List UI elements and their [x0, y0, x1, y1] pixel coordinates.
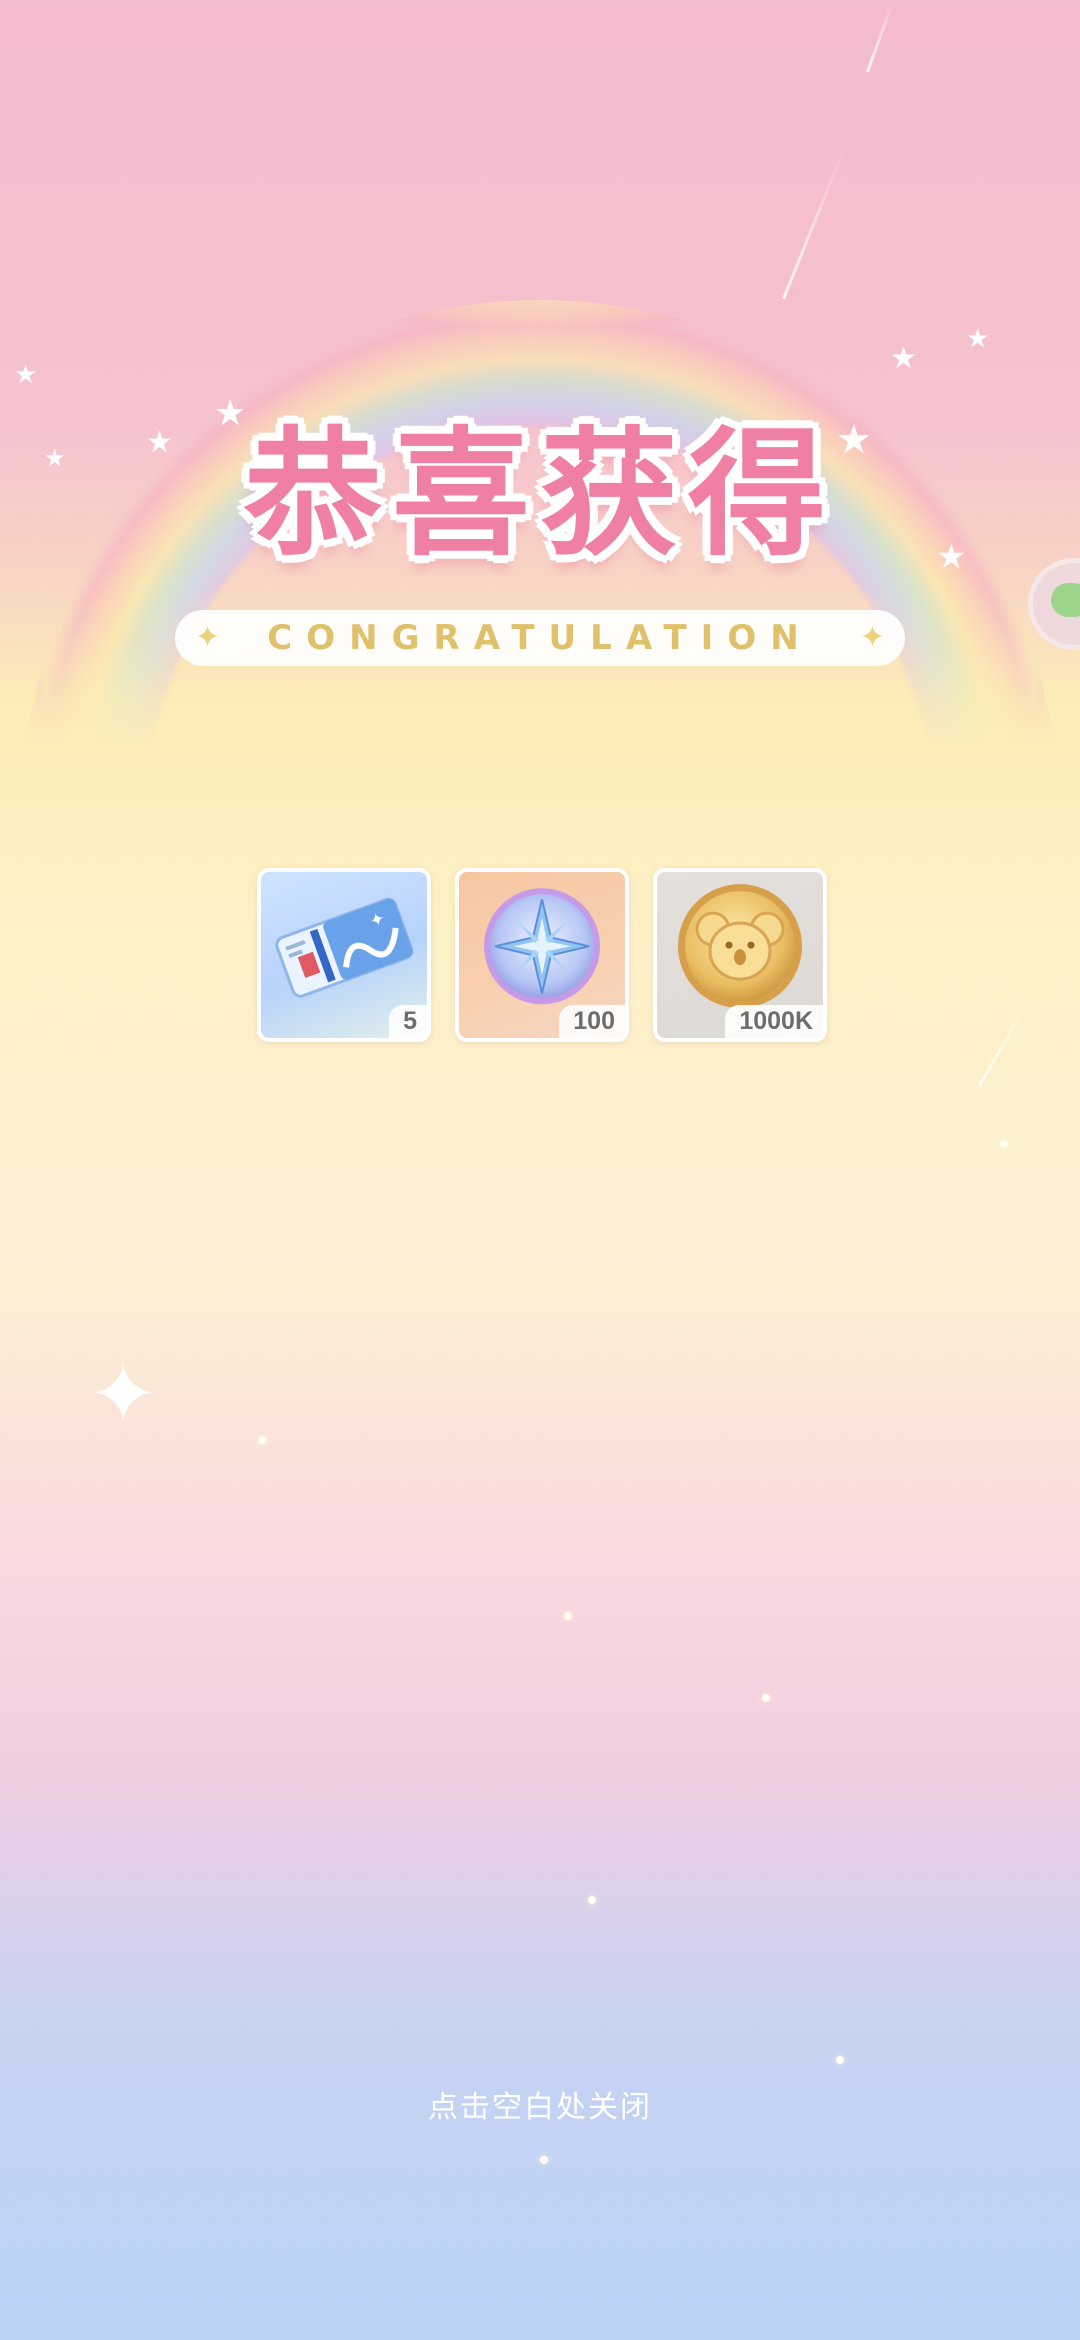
glow-dot-decoration	[258, 1436, 266, 1444]
sparkle-icon: ✦	[195, 620, 221, 655]
subtitle: CONGRATULATION	[267, 618, 813, 658]
star-compass-coin-icon	[477, 881, 607, 1015]
reward-quantity: 100	[559, 1005, 625, 1038]
star-decoration: ★	[14, 360, 38, 390]
koala-gold-coin-icon	[673, 879, 807, 1017]
star-decoration: ★	[966, 324, 990, 354]
glow-dot-decoration	[540, 2156, 548, 2164]
shooting-star-decoration	[782, 150, 845, 300]
glow-dot-decoration	[836, 2056, 844, 2064]
reward-item-ticket[interactable]: ✦ 5	[257, 868, 431, 1042]
reward-list: ✦ 5 100 1000K	[257, 868, 827, 1042]
reward-item-star-coin[interactable]: 100	[455, 868, 629, 1042]
glow-dot-decoration	[1000, 1140, 1008, 1148]
sparkle-decoration: ✦	[88, 1345, 159, 1443]
sparkle-icon: ✦	[859, 620, 885, 655]
title-banner: 恭喜获得	[0, 410, 1080, 580]
reward-quantity: 1000K	[725, 1005, 823, 1038]
glow-dot-decoration	[564, 1612, 572, 1620]
glow-dot-decoration	[588, 1896, 596, 1904]
reward-quantity: 5	[389, 1005, 427, 1038]
star-decoration: ★	[890, 341, 917, 376]
subtitle-bar: ✦ CONGRATULATION ✦	[175, 610, 905, 666]
shooting-star-decoration	[866, 0, 895, 73]
ticket-icon: ✦	[269, 887, 419, 1011]
glow-dot-decoration	[762, 1694, 770, 1702]
reward-item-gold-coin[interactable]: 1000K	[653, 868, 827, 1042]
chat-icon	[1051, 583, 1080, 617]
page-title: 恭喜获得	[243, 414, 836, 575]
close-hint-text[interactable]: 点击空白处关闭	[0, 2082, 1080, 2126]
